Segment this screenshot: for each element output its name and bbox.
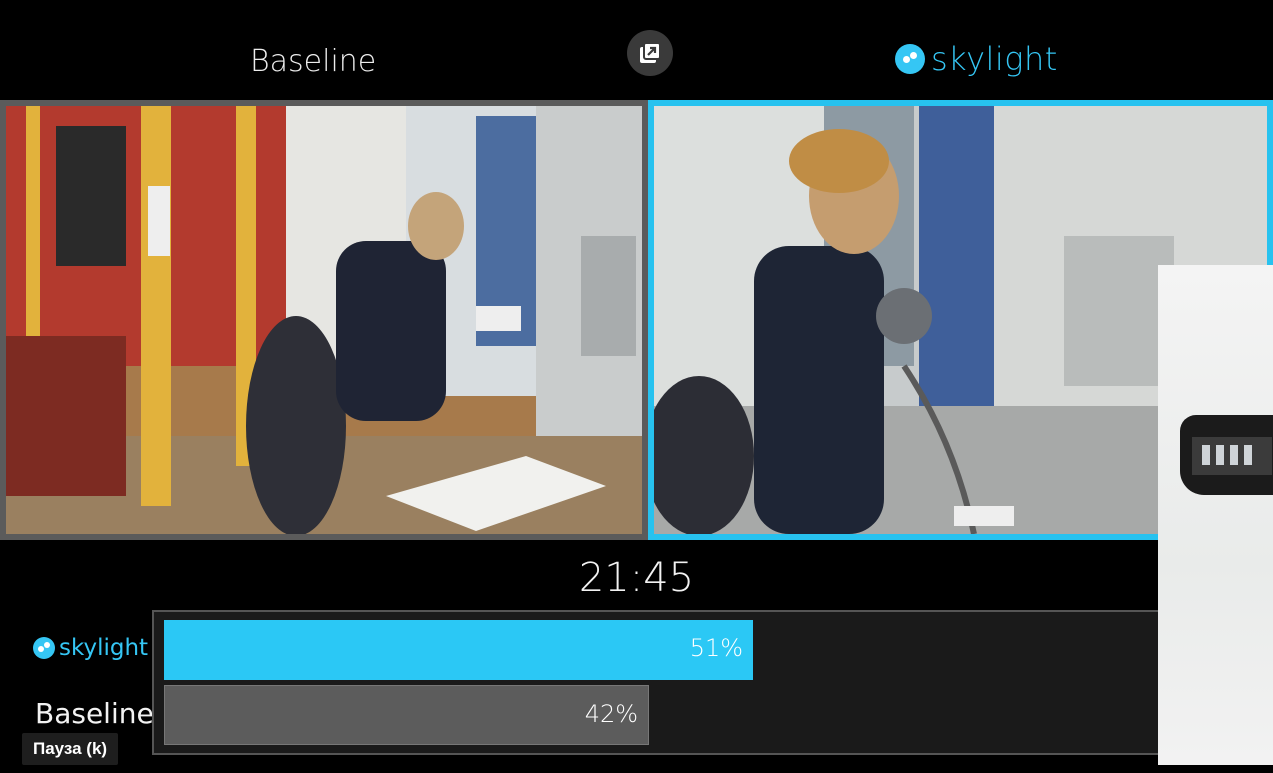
baseline-video	[0, 100, 648, 540]
comparison-chart: 51% 42%	[152, 610, 1273, 755]
skylight-logo: skylight	[895, 40, 1058, 78]
popout-icon	[640, 42, 661, 63]
skylight-bar: 51%	[164, 620, 754, 680]
header-bar: Baseline skylight	[0, 0, 1273, 100]
skylight-logo-icon	[33, 637, 55, 659]
baseline-bar: 42%	[164, 685, 650, 745]
skylight-percent: 51%	[689, 634, 744, 662]
baseline-percent: 42%	[584, 700, 639, 728]
timer: 21:45	[578, 555, 695, 601]
baseline-bar-label: Baseline	[35, 697, 154, 730]
baseline-video-scene	[6, 106, 642, 534]
skylight-logo-icon	[895, 44, 925, 74]
camera-device-image	[1180, 415, 1273, 495]
skylight-bar-label: skylight	[33, 635, 148, 661]
popout-button[interactable]	[627, 30, 673, 76]
camera-overlay	[1158, 265, 1273, 765]
skylight-bar-label-text: skylight	[59, 635, 149, 661]
baseline-title: Baseline	[250, 44, 377, 79]
video-player[interactable]: Baseline skylight 21:45 skylight Baselin…	[0, 0, 1273, 773]
skylight-logo-text: skylight	[931, 40, 1058, 78]
pause-tooltip: Пауза (k)	[22, 733, 119, 765]
